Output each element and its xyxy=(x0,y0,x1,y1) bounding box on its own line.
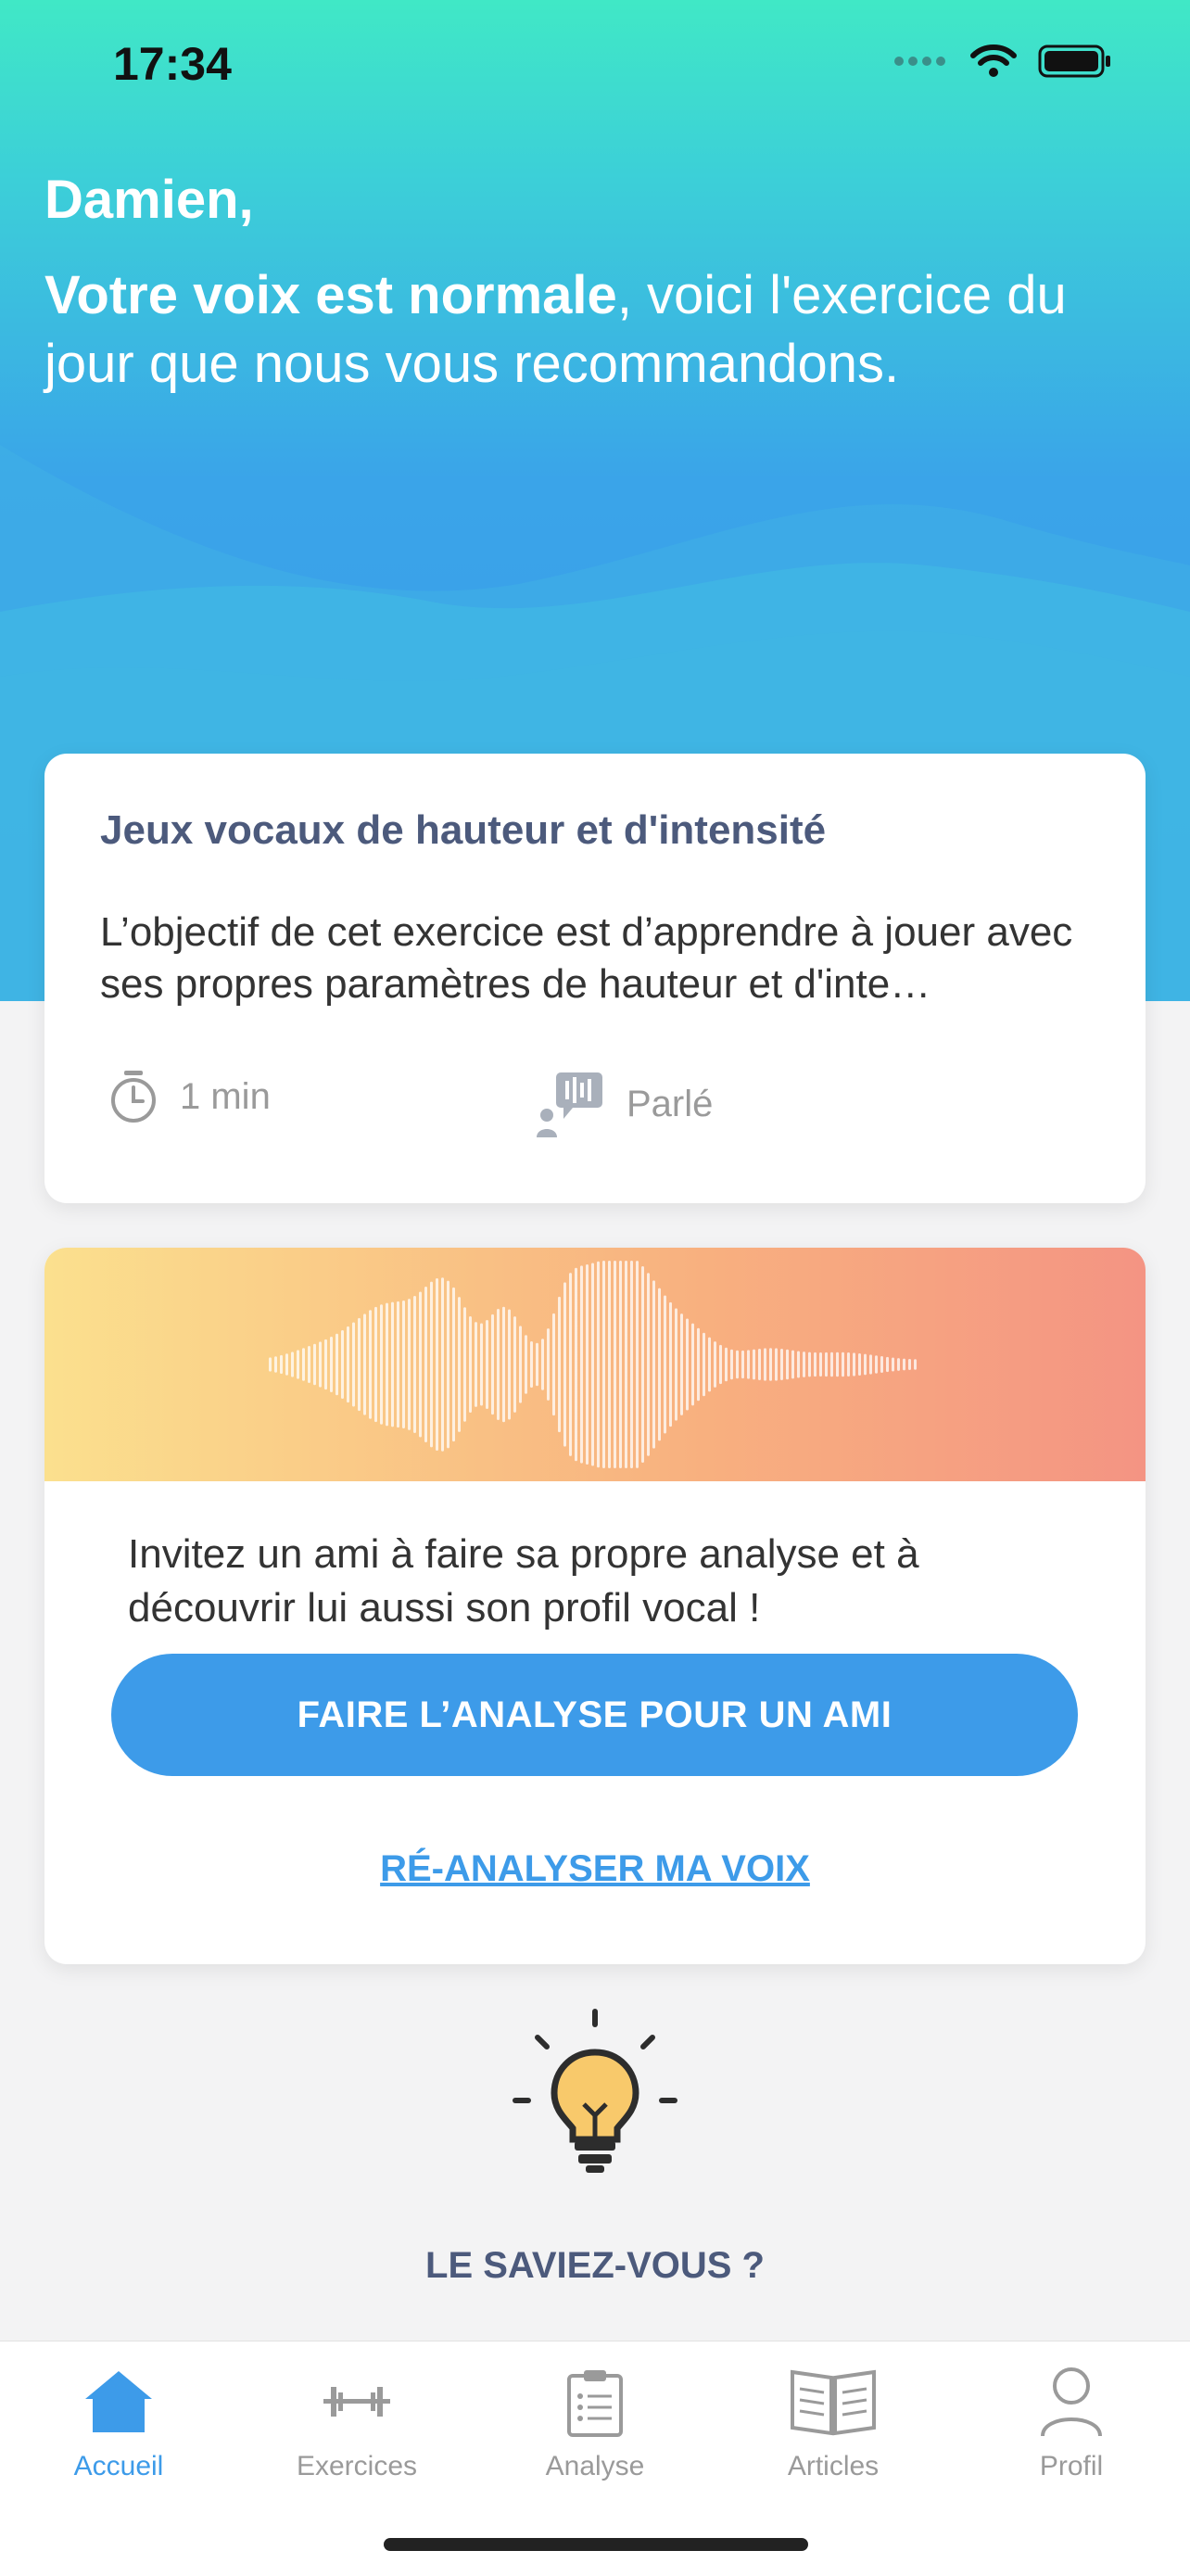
tab-profil[interactable]: Profil xyxy=(953,2360,1190,2482)
home-icon xyxy=(85,2371,152,2432)
tab-label: Profil xyxy=(1039,2451,1104,2481)
exercise-duration: 1 min xyxy=(108,1069,271,1124)
analyze-friend-button[interactable]: FAIRE L’ANALYSE POUR UN AMI xyxy=(111,1654,1078,1776)
dumbbell-icon xyxy=(323,2387,390,2417)
invite-text: Invitez un ami à faire sa propre analyse… xyxy=(128,1531,919,1631)
exercise-title: Jeux vocaux de hauteur et d'intensité xyxy=(100,807,827,853)
voice-status: Votre voix est normale xyxy=(44,265,617,325)
duration-label: 1 min xyxy=(180,1075,271,1117)
battery-icon xyxy=(1038,44,1110,78)
reanalyze-voice-link[interactable]: RÉ-ANALYSER MA VOIX xyxy=(44,1848,1146,1890)
soundwave-icon xyxy=(269,1261,917,1468)
exercise-card[interactable]: Jeux vocaux de hauteur et d'intensité L’… xyxy=(44,754,1146,1203)
tab-label: Analyse xyxy=(545,2451,645,2481)
status-icons xyxy=(893,43,1112,80)
greeting: Damien, xyxy=(44,170,254,230)
tab-accueil[interactable]: Accueil xyxy=(0,2360,237,2482)
type-label: Parlé xyxy=(627,1083,714,1124)
tab-articles[interactable]: Articles xyxy=(715,2360,952,2482)
recommendation-headline: Votre voix est normale, voici l'exercice… xyxy=(44,261,1157,399)
invite-card: Invitez un ami à faire sa propre analyse… xyxy=(44,1248,1146,1964)
status-time: 17:34 xyxy=(113,38,232,90)
lightbulb-icon xyxy=(513,2009,677,2173)
user-icon xyxy=(1041,2367,1102,2437)
exercise-type: Parlé xyxy=(536,1069,713,1139)
wifi-icon xyxy=(970,44,1017,77)
signal-icon xyxy=(894,57,945,66)
tab-exercices[interactable]: Exercices xyxy=(238,2360,475,2482)
timer-icon xyxy=(111,1071,156,1123)
soundwave-banner xyxy=(44,1248,1146,1481)
tab-label: Accueil xyxy=(73,2451,164,2481)
tab-label: Articles xyxy=(787,2451,880,2481)
clipboard-icon xyxy=(567,2370,623,2437)
home-indicator xyxy=(384,2538,808,2551)
exercise-description: L’objectif de cet exercice est d’apprend… xyxy=(100,909,1073,1007)
book-icon xyxy=(791,2369,876,2436)
speech-icon xyxy=(537,1072,602,1137)
tab-label: Exercices xyxy=(296,2451,418,2481)
tip-title: LE SAVIEZ-VOUS ? xyxy=(425,2245,765,2286)
tab-analyse[interactable]: Analyse xyxy=(476,2360,714,2482)
